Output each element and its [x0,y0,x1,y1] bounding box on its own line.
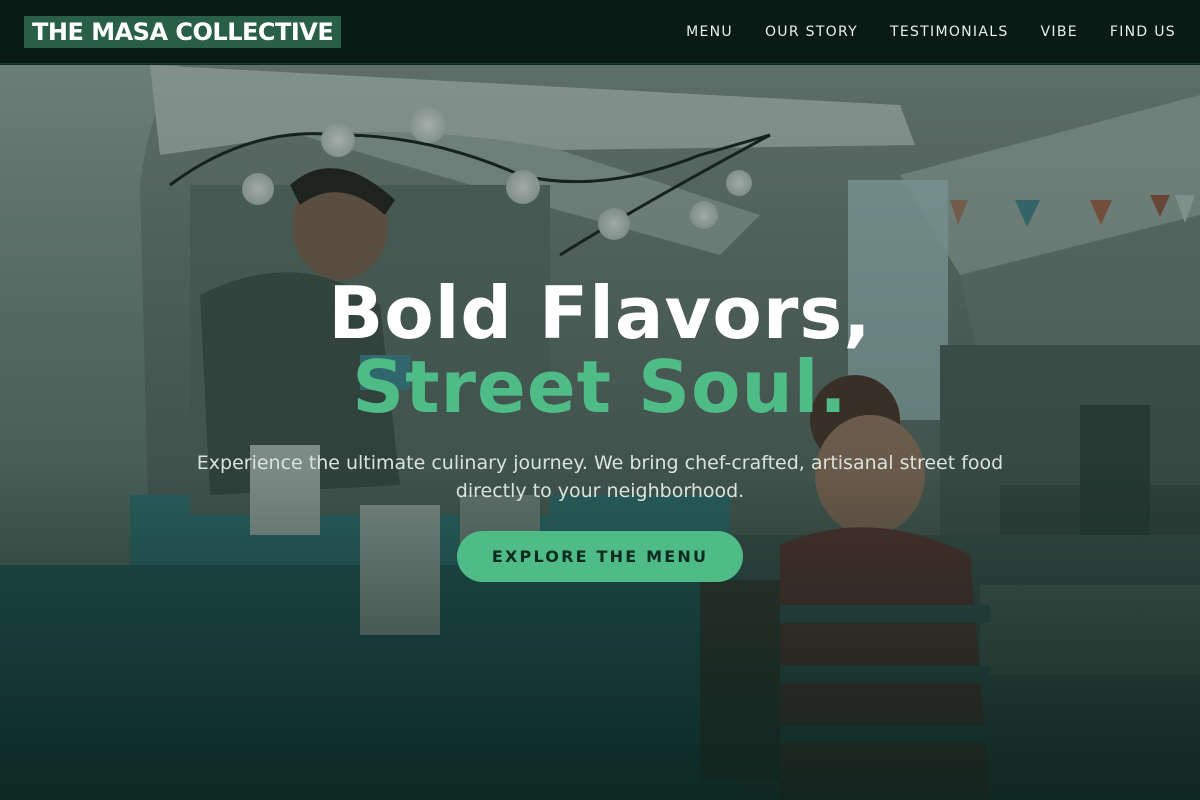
nav-link-our-story[interactable]: OUR STORY [765,24,858,40]
nav-link-vibe[interactable]: VIBE [1041,24,1078,40]
hero-headline-accent: Street Soul. [352,345,848,429]
brand-logo[interactable]: THE MASA COLLECTIVE [24,15,342,48]
top-navbar: THE MASA COLLECTIVE MENU OUR STORY TESTI… [0,0,1200,64]
page: THE MASA COLLECTIVE MENU OUR STORY TESTI… [0,0,1200,800]
hero-section: Bold Flavors, Street Soul. Experience th… [0,65,1200,800]
nav-links: MENU OUR STORY TESTIMONIALS VIBE FIND US [686,24,1176,40]
hero-headline: Bold Flavors, [328,271,872,355]
nav-link-menu[interactable]: MENU [686,24,733,40]
nav-link-testimonials[interactable]: TESTIMONIALS [890,24,1009,40]
explore-menu-button[interactable]: EXPLORE THE MENU [457,531,743,582]
nav-link-find-us[interactable]: FIND US [1110,24,1176,40]
hero-content: Bold Flavors, Street Soul. Experience th… [0,65,1200,800]
hero-subtext: Experience the ultimate culinary journey… [196,452,1004,502]
